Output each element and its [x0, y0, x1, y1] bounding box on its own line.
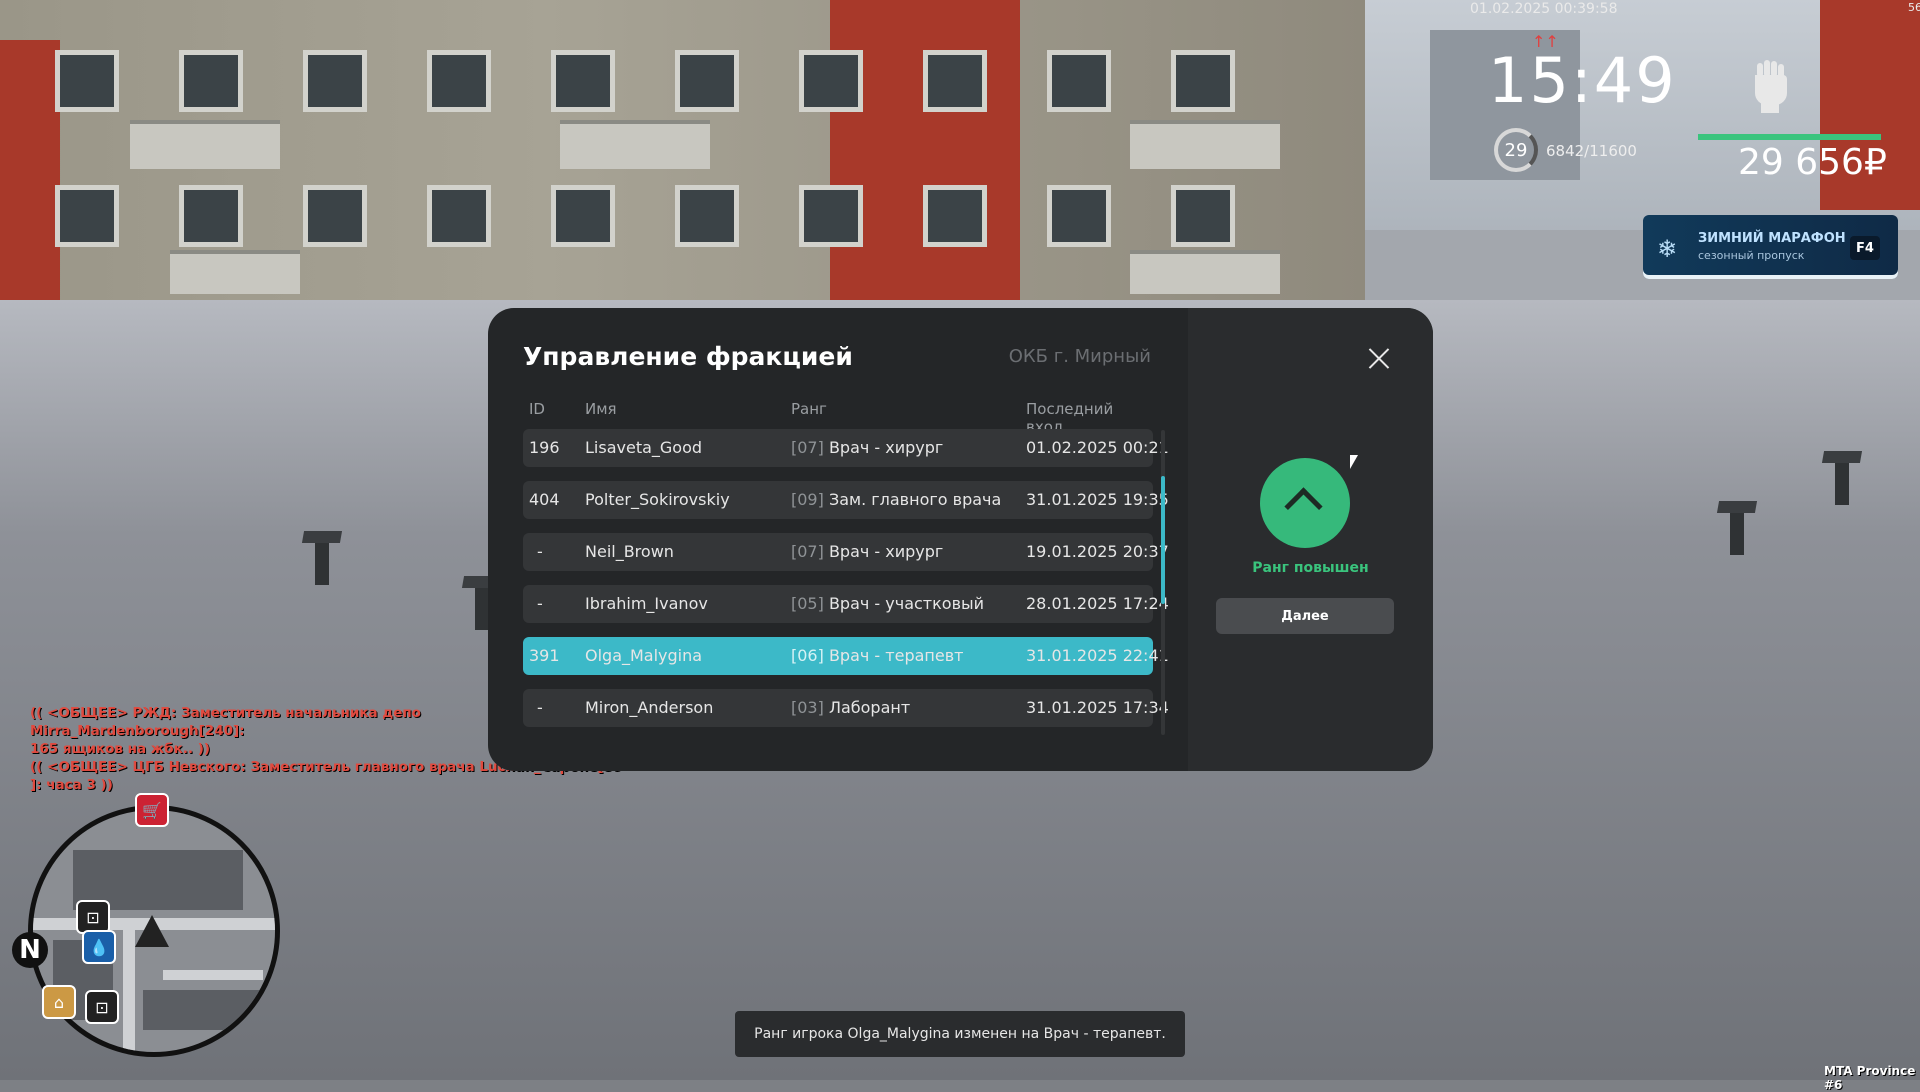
event-subtitle: сезонный пропуск [1698, 249, 1805, 262]
close-icon[interactable] [1368, 347, 1390, 369]
water-drop-icon: 💧 [82, 930, 116, 964]
rank-code: [06] [791, 646, 824, 665]
event-hotkey: F4 [1850, 236, 1880, 260]
row-id: - [537, 698, 543, 717]
rank-title: Лаборант [828, 698, 911, 717]
row-name: Ibrahim_Ivanov [585, 594, 708, 613]
faction-management-dialog: Управление фракцией ОКБ г. Мирный ID Имя… [488, 308, 1433, 771]
apartment-building [0, 0, 1365, 345]
row-rank: [07] Врач - хирург [791, 438, 943, 457]
next-button[interactable]: Далее [1216, 598, 1394, 634]
table-header: ID Имя Ранг Последний вход [523, 400, 1153, 436]
row-last-login: 28.01.2025 17:24 [1026, 594, 1169, 613]
vent-pipe [1835, 455, 1849, 505]
row-id: 196 [529, 438, 560, 457]
rank-code: [07] [791, 542, 824, 561]
winter-marathon-banner[interactable]: ❄ ЗИМНИЙ МАРАФОН сезонный пропуск F4 [1643, 215, 1898, 279]
player-arrow-icon [135, 915, 169, 947]
row-id: - [537, 542, 543, 561]
row-last-login: 31.01.2025 22:41 [1026, 646, 1169, 665]
rank-up-icon [1260, 458, 1350, 548]
bag-icon: ⊡ [85, 990, 119, 1024]
row-last-login: 31.01.2025 19:35 [1026, 490, 1169, 509]
rank-title: Врач - хирург [828, 542, 944, 561]
rank-title: Зам. главного врача [828, 490, 1002, 509]
row-rank: [06] Врач - терапевт [791, 646, 963, 665]
column-name: Имя [585, 400, 617, 418]
xp-counter: 6842/11600 [1546, 142, 1637, 160]
fist-icon [1745, 55, 1793, 115]
level-ring: 29 [1494, 128, 1538, 172]
server-version-label: MTA Province #6 [1824, 1064, 1916, 1092]
row-id: 391 [529, 646, 560, 665]
scrollbar-thumb[interactable] [1161, 476, 1165, 604]
table-row[interactable]: 404 Polter_Sokirovskiy [09] Зам. главног… [523, 481, 1169, 519]
column-rank: Ранг [791, 400, 827, 418]
mouse-cursor-icon [1350, 455, 1358, 469]
row-rank: [03] Лаборант [791, 698, 910, 717]
organization-name: ОКБ г. Мирный [1008, 346, 1151, 367]
rank-code: [05] [791, 594, 824, 613]
table-row-selected[interactable]: 391 Olga_Malygina [06] Врач - терапевт 3… [523, 637, 1169, 675]
row-rank: [05] Врач - участковый [791, 594, 984, 613]
vent-pipe [1730, 505, 1744, 555]
row-rank: [09] Зам. главного врача [791, 490, 1001, 509]
hud-datetime: 01.02.2025 00:39:58 [1470, 1, 1618, 17]
table-row[interactable]: 196 Lisaveta_Good [07] Врач - хирург 01.… [523, 429, 1169, 467]
dialog-title: Управление фракцией [523, 342, 853, 371]
row-name: Neil_Brown [585, 542, 674, 561]
snowflake-icon: ❄ [1657, 235, 1678, 263]
row-last-login: 19.01.2025 20:37 [1026, 542, 1169, 561]
hud-clock: 15:49 [1488, 44, 1677, 117]
rank-title: Врач - хирург [828, 438, 944, 457]
event-title: ЗИМНИЙ МАРАФОН [1698, 231, 1846, 246]
notification-toast: Ранг игрока Olga_Malygina изменен на Вра… [735, 1011, 1185, 1057]
row-id: - [537, 594, 543, 613]
row-id: 404 [529, 490, 560, 509]
vent-pipe [315, 535, 329, 585]
shop-cart-icon: 🛒 [135, 793, 169, 827]
row-rank: [07] Врач - хирург [791, 542, 943, 561]
table-row[interactable]: - Miron_Anderson [03] Лаборант 31.01.202… [523, 689, 1169, 727]
health-bar [1698, 134, 1881, 140]
rank-code: [07] [791, 438, 824, 457]
row-name: Miron_Anderson [585, 698, 714, 717]
money-display: 29 656₽ [1738, 142, 1887, 183]
row-name: Olga_Malygina [585, 646, 703, 665]
vent-pipe [475, 580, 489, 630]
column-id: ID [529, 400, 545, 418]
row-last-login: 01.02.2025 00:21 [1026, 438, 1169, 457]
chat-line: ]: часа 3 )) [30, 777, 113, 793]
row-name: Lisaveta_Good [585, 438, 703, 457]
rank-title: Врач - терапевт [828, 646, 964, 665]
bag-icon: ⊡ [76, 900, 110, 934]
rank-result-label: Ранг повышен [1252, 560, 1369, 576]
house-icon: ⌂ [42, 985, 76, 1019]
row-last-login: 31.01.2025 17:34 [1026, 698, 1169, 717]
rank-code: [09] [791, 490, 824, 509]
rank-title: Врач - участковый [828, 594, 985, 613]
member-list: 196 Lisaveta_Good [07] Врач - хирург 01.… [523, 429, 1169, 741]
row-name: Polter_Sokirovskiy [585, 490, 730, 509]
north-indicator: N [12, 932, 48, 968]
table-row[interactable]: - Neil_Brown [07] Врач - хирург 19.01.20… [523, 533, 1169, 571]
table-row[interactable]: - Ibrahim_Ivanov [05] Врач - участковый … [523, 585, 1169, 623]
rank-code: [03] [791, 698, 824, 717]
hud-corner-value: 56 [1908, 1, 1920, 14]
